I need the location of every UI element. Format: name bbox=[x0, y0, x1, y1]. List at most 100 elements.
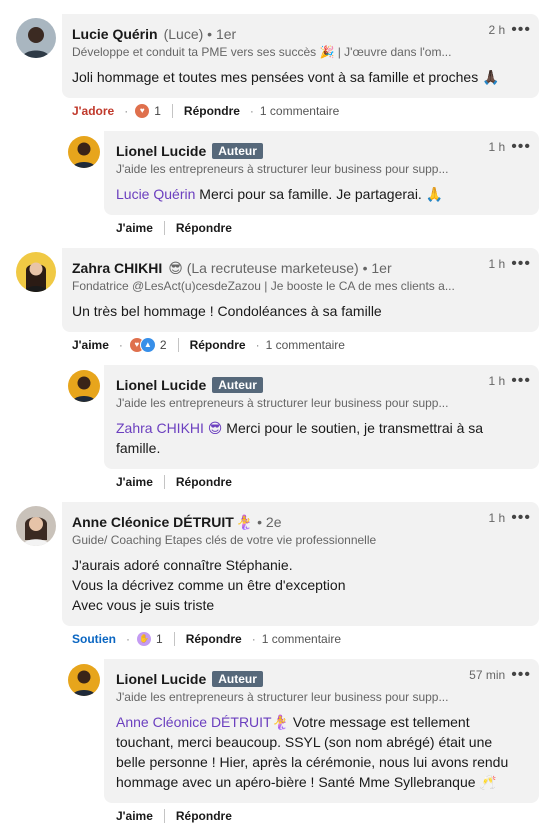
reply-text-line: touchant, merci beaucoup. SSYL (son nom … bbox=[116, 734, 493, 750]
like-button[interactable]: J'aime bbox=[116, 220, 153, 236]
author-headline: Développe et conduit ta PME vers ses suc… bbox=[72, 45, 452, 59]
comment-time: 1 h ••• bbox=[488, 373, 532, 389]
reply-text-line: belle personne ! Hier, après la cérémoni… bbox=[116, 754, 509, 770]
author-badge: Auteur bbox=[212, 671, 263, 687]
reply-bubble: Lionel Lucide Auteur J'aide les entrepren… bbox=[104, 365, 539, 469]
timestamp: 1 h bbox=[488, 140, 506, 154]
comment-bubble: Lucie Quérin (Luce) • 1er Développe et co… bbox=[62, 14, 539, 98]
comment-actions: J'aime · ♥ ▲ 2 Répondre · 1 commentaire bbox=[72, 337, 345, 353]
divider bbox=[177, 338, 179, 352]
react-button[interactable]: Soutien bbox=[72, 631, 116, 647]
reply-button[interactable]: Répondre bbox=[186, 631, 242, 647]
author-line: Anne Cléonice DÉTRUIT 🧜‍♀️ • 2e bbox=[72, 513, 282, 531]
author-line: Lionel Lucide Auteur bbox=[116, 376, 263, 394]
avatar-lucie[interactable] bbox=[16, 18, 56, 58]
connection-degree: • 1er bbox=[362, 260, 392, 276]
avatar-lionel[interactable] bbox=[68, 664, 100, 696]
author-name[interactable]: Lionel Lucide bbox=[116, 143, 206, 159]
timestamp: 57 min bbox=[469, 668, 506, 682]
more-options-icon[interactable]: ••• bbox=[511, 139, 531, 155]
connection-degree: • 2e bbox=[257, 514, 282, 530]
author-name[interactable]: Zahra CHIKHI bbox=[72, 260, 162, 276]
reaction-summary[interactable]: ♥ ▲ 2 bbox=[128, 337, 167, 353]
avatar-lionel[interactable] bbox=[68, 136, 100, 168]
more-options-icon[interactable]: ••• bbox=[511, 22, 531, 38]
separator-dot: · bbox=[251, 632, 256, 646]
reply-actions: J'aime Répondre bbox=[116, 220, 232, 236]
reaction-count: 1 bbox=[154, 104, 161, 118]
author-name[interactable]: Lucie Quérin bbox=[72, 26, 158, 42]
comment-count-link[interactable]: 1 commentaire bbox=[260, 103, 339, 119]
author-line: Lionel Lucide Auteur bbox=[116, 142, 263, 160]
mention-link[interactable]: Anne Cléonice DÉTRUIT🧜‍♀️ bbox=[116, 714, 289, 730]
timestamp: 1 h bbox=[488, 257, 506, 271]
comment-actions: Soutien · ✋ 1 Répondre · 1 commentaire bbox=[72, 631, 341, 647]
author-line: Zahra CHIKHI 😎 (La recruteuse marketeuse)… bbox=[72, 259, 392, 277]
reaction-summary[interactable]: ♥ 1 bbox=[134, 103, 161, 119]
reply-bubble: Lionel Lucide Auteur J'aide les entrepren… bbox=[104, 659, 539, 803]
like-button[interactable]: J'aime bbox=[72, 337, 109, 353]
comment-text: Joli hommage et toutes mes pensées vont … bbox=[72, 69, 500, 85]
reply-button[interactable]: Répondre bbox=[176, 220, 232, 236]
reaction-count: 2 bbox=[159, 338, 167, 352]
comments-thread: Lucie Quérin (Luce) • 1er Développe et co… bbox=[0, 0, 554, 826]
connection-degree: • 1er bbox=[207, 26, 237, 42]
timestamp: 1 h bbox=[488, 374, 506, 388]
comment-time: 57 min ••• bbox=[469, 667, 531, 683]
reply-text-line: famille. bbox=[116, 440, 161, 456]
reply-button[interactable]: Répondre bbox=[184, 103, 240, 119]
comment-count-link[interactable]: 1 commentaire bbox=[262, 631, 341, 647]
divider bbox=[163, 221, 165, 235]
separator-dot: · bbox=[124, 104, 129, 118]
separator-dot: · bbox=[118, 338, 123, 352]
more-options-icon[interactable]: ••• bbox=[511, 667, 531, 683]
reply-actions: J'aime Répondre bbox=[116, 474, 232, 490]
author-pseudo: (Luce) bbox=[163, 26, 204, 42]
like-button[interactable]: J'aime bbox=[116, 808, 153, 824]
react-button[interactable]: J'adore bbox=[72, 103, 114, 119]
comment-count-link[interactable]: 1 commentaire bbox=[266, 337, 345, 353]
reply-button[interactable]: Répondre bbox=[190, 337, 246, 353]
more-options-icon[interactable]: ••• bbox=[511, 256, 531, 272]
comment-time: 1 h ••• bbox=[488, 510, 532, 526]
comment-text: J'aurais adoré connaître Stéphanie. Vous… bbox=[72, 555, 346, 615]
reaction-summary[interactable]: ✋ 1 bbox=[136, 631, 163, 647]
reaction-count: 1 bbox=[156, 632, 163, 646]
avatar-zahra[interactable] bbox=[16, 252, 56, 292]
divider bbox=[171, 104, 173, 118]
comment-text-line: Avec vous je suis triste bbox=[72, 597, 215, 613]
avatar-anne[interactable] bbox=[16, 506, 56, 546]
comment-bubble: Zahra CHIKHI 😎 (La recruteuse marketeuse)… bbox=[62, 248, 539, 332]
comment-text-line: J'aurais adoré connaître Stéphanie. bbox=[72, 557, 293, 573]
comment-actions: J'adore · ♥ 1 Répondre · 1 commentaire bbox=[72, 103, 339, 119]
heart-icon: ♥ bbox=[134, 103, 151, 119]
timestamp: 1 h bbox=[488, 511, 506, 525]
mention-link[interactable]: Lucie Quérin bbox=[116, 186, 195, 202]
comment-bubble: Anne Cléonice DÉTRUIT 🧜‍♀️ • 2e Guide/ Co… bbox=[62, 502, 539, 626]
reply-text-line: hommage avec un apéro-bière ! Santé Mme … bbox=[116, 774, 497, 790]
reply-text-line: Merci pour le soutien, je transmettrai à… bbox=[222, 420, 484, 436]
author-name[interactable]: Lionel Lucide bbox=[116, 671, 206, 687]
author-headline: Guide/ Coaching Etapes clés de votre vie… bbox=[72, 533, 377, 547]
author-pseudo: 🧜‍♀️ bbox=[235, 514, 254, 530]
author-name[interactable]: Anne Cléonice DÉTRUIT bbox=[72, 514, 234, 530]
separator-dot: · bbox=[126, 632, 130, 646]
comment-text-line: Vous la décrivez comme un être d'excepti… bbox=[72, 577, 346, 593]
author-headline: J'aide les entrepreneurs à structurer le… bbox=[116, 690, 449, 704]
reply-text: Anne Cléonice DÉTRUIT🧜‍♀️ Votre message … bbox=[116, 712, 531, 792]
avatar-lionel[interactable] bbox=[68, 370, 100, 402]
more-options-icon[interactable]: ••• bbox=[511, 373, 531, 389]
reply-text: Lucie Quérin Merci pour sa famille. Je p… bbox=[116, 184, 443, 204]
reply-button[interactable]: Répondre bbox=[176, 474, 232, 490]
divider bbox=[173, 632, 175, 646]
mention-link[interactable]: Zahra CHIKHI 😎 bbox=[116, 420, 222, 436]
timestamp: 2 h bbox=[488, 23, 506, 37]
reply-text-line: Votre message est tellement bbox=[289, 714, 470, 730]
reply-button[interactable]: Répondre bbox=[176, 808, 232, 824]
author-name[interactable]: Lionel Lucide bbox=[116, 377, 206, 393]
comment-time: 1 h ••• bbox=[488, 139, 532, 155]
author-headline: Fondatrice @LesAct(u)cesdeZazou | Je boo… bbox=[72, 279, 455, 293]
more-options-icon[interactable]: ••• bbox=[511, 510, 531, 526]
like-button[interactable]: J'aime bbox=[116, 474, 153, 490]
divider bbox=[163, 475, 165, 489]
